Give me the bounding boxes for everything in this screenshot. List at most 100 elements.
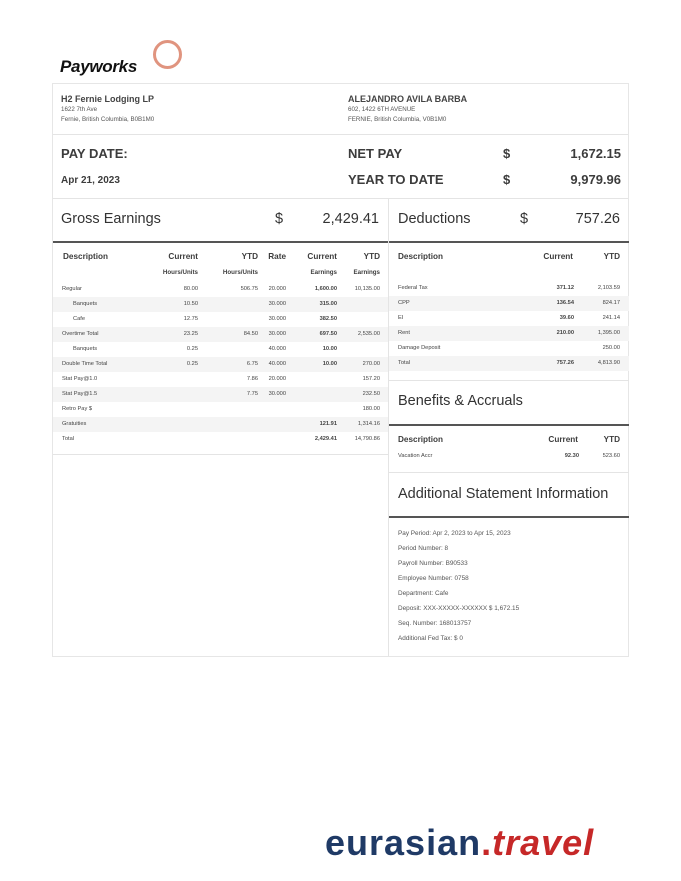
employer-address-1: 1622 7th Ave bbox=[61, 106, 98, 113]
employee-address-2: FERNIE, British Columbia, V0B1M0 bbox=[348, 116, 447, 123]
row-rate: 30.000 bbox=[268, 331, 286, 337]
pay-date-label: PAY DATE: bbox=[61, 146, 128, 161]
deductions-col-ytd: YTD bbox=[603, 252, 620, 261]
row-rate: 30.000 bbox=[268, 391, 286, 397]
payworks-logo: Payworks bbox=[60, 38, 200, 78]
table-row: EI 39.60 241.14 bbox=[389, 311, 629, 326]
divider bbox=[389, 472, 629, 473]
row-description: Overtime Total bbox=[62, 331, 99, 337]
row-current-earnings: 382.50 bbox=[319, 316, 337, 322]
row-ytd: 4,813.90 bbox=[597, 360, 620, 366]
row-ytd-earnings: 232.50 bbox=[362, 391, 380, 397]
pay-period: Pay Period: Apr 2, 2023 to Apr 15, 2023 bbox=[398, 530, 511, 537]
row-current-hours: 23.25 bbox=[183, 331, 198, 337]
column-divider bbox=[388, 198, 389, 656]
employer-address-2: Fernie, British Columbia, B0B1M0 bbox=[61, 116, 155, 123]
row-ytd: 824.17 bbox=[602, 300, 620, 306]
row-ytd-earnings: 1,314.16 bbox=[357, 421, 380, 427]
table-row: Double Time Total 0.25 6.75 40.000 10.00… bbox=[53, 357, 388, 372]
row-description: Vacation Accr bbox=[398, 453, 433, 459]
row-current-earnings: 10.00 bbox=[322, 346, 337, 352]
table-row: Stat Pay@1.0 7.86 20.000 157.20 bbox=[53, 372, 388, 387]
table-row: Overtime Total 23.25 84.50 30.000 697.50… bbox=[53, 327, 388, 342]
ytd-currency: $ bbox=[503, 172, 511, 187]
brand-dot: . bbox=[481, 822, 493, 863]
gross-col-description: Description bbox=[63, 252, 109, 261]
table-row: Regular 80.00 506.75 20.000 1,600.00 10,… bbox=[53, 282, 388, 297]
deductions-col-description: Description bbox=[398, 252, 444, 261]
row-description: Banquets bbox=[73, 301, 98, 307]
gross-col-current-hours-sub: Hours/Units bbox=[162, 269, 198, 276]
deductions-col-current: Current bbox=[543, 252, 573, 261]
row-ytd-earnings: 14,790.86 bbox=[354, 436, 380, 442]
employee-block: ALEJANDRO AVILA BARBA 602, 1422 6TH AVEN… bbox=[348, 93, 467, 125]
row-current-earnings: 315.00 bbox=[319, 301, 337, 307]
employer-name: H2 Fernie Lodging LP bbox=[61, 94, 155, 104]
row-current-hours: 10.50 bbox=[183, 301, 198, 307]
row-current: 136.54 bbox=[556, 300, 574, 306]
row-ytd-earnings: 2,535.00 bbox=[357, 331, 380, 337]
seq-number: Seq. Number: 168013757 bbox=[398, 620, 472, 627]
section-rule bbox=[389, 424, 629, 426]
table-row: Gratuities 121.91 1,314.16 bbox=[53, 417, 388, 432]
row-current-hours: 80.00 bbox=[183, 286, 198, 292]
row-description: Rent bbox=[398, 330, 411, 336]
row-ytd-earnings: 10,135.00 bbox=[354, 286, 380, 292]
employee-address-1: 602, 1422 6TH AVENUE bbox=[348, 106, 416, 113]
table-row: CPP 136.54 824.17 bbox=[389, 296, 629, 311]
gross-earnings-currency: $ bbox=[275, 211, 284, 227]
row-ytd-earnings: 157.20 bbox=[362, 376, 380, 382]
row-ytd: 250.00 bbox=[602, 345, 620, 351]
row-description: Banquets bbox=[73, 346, 98, 352]
table-row: Rent 210.00 1,395.00 bbox=[389, 326, 629, 341]
section-rule bbox=[389, 241, 629, 243]
divider bbox=[389, 380, 629, 381]
divider bbox=[53, 134, 628, 135]
row-description: Stat Pay@1.0 bbox=[62, 376, 98, 382]
payroll-number: Payroll Number: B90533 bbox=[398, 560, 468, 567]
benefits-col-description: Description bbox=[398, 435, 444, 444]
row-description: Gratuities bbox=[62, 421, 87, 427]
gross-col-current-hours: Current bbox=[168, 252, 198, 261]
deductions-amount: 757.26 bbox=[575, 211, 620, 227]
logo-ring-icon bbox=[153, 40, 182, 69]
table-row: Total 757.26 4,813.90 bbox=[389, 356, 629, 371]
gross-col-current-earnings-sub: Earnings bbox=[310, 269, 337, 276]
deductions-title: Deductions bbox=[398, 211, 471, 227]
row-description: Damage Deposit bbox=[398, 345, 441, 351]
table-row: Banquets 0.25 40.000 10.00 bbox=[53, 342, 388, 357]
table-row: Federal Tax 371.12 2,103.59 bbox=[389, 281, 629, 296]
gross-col-ytd-hours-sub: Hours/Units bbox=[222, 269, 258, 276]
pay-statement: H2 Fernie Lodging LP 1622 7th Ave Fernie… bbox=[52, 83, 629, 657]
row-ytd: 1,395.00 bbox=[597, 330, 620, 336]
row-description: Total bbox=[398, 360, 411, 366]
net-pay-label: NET PAY bbox=[348, 146, 403, 161]
benefits-col-ytd: YTD bbox=[603, 435, 620, 444]
row-description: Total bbox=[62, 436, 75, 442]
table-row: Retro Pay $ 180.00 bbox=[53, 402, 388, 417]
brand-name: eurasian bbox=[325, 822, 482, 863]
gross-col-rate: Rate bbox=[268, 252, 286, 261]
row-rate: 40.000 bbox=[268, 361, 286, 367]
benefits-title: Benefits & Accruals bbox=[398, 393, 523, 409]
table-row: Damage Deposit 250.00 bbox=[389, 341, 629, 356]
divider bbox=[53, 454, 388, 455]
department: Department: Cafe bbox=[398, 590, 449, 597]
net-pay-currency: $ bbox=[503, 146, 511, 161]
pay-date: Apr 21, 2023 bbox=[61, 175, 120, 186]
additional-fed-tax: Additional Fed Tax: $ 0 bbox=[398, 635, 463, 642]
row-description: Double Time Total bbox=[62, 361, 108, 367]
gross-col-ytd-earnings-sub: Earnings bbox=[353, 269, 380, 276]
brand-watermark: eurasian.travel bbox=[325, 822, 594, 864]
employer-block: H2 Fernie Lodging LP 1622 7th Ave Fernie… bbox=[61, 93, 154, 125]
section-rule bbox=[389, 516, 629, 518]
row-ytd: 2,103.59 bbox=[597, 285, 620, 291]
table-row: Cafe 12.75 30.000 382.50 bbox=[53, 312, 388, 327]
row-current: 210.00 bbox=[556, 330, 574, 336]
ytd-amount: 9,979.96 bbox=[570, 172, 621, 187]
additional-info-title: Additional Statement Information bbox=[398, 486, 609, 502]
period-number: Period Number: 8 bbox=[398, 545, 449, 552]
gross-earnings-title: Gross Earnings bbox=[61, 211, 161, 227]
row-current: 371.12 bbox=[556, 285, 574, 291]
row-description: Regular bbox=[62, 286, 82, 292]
